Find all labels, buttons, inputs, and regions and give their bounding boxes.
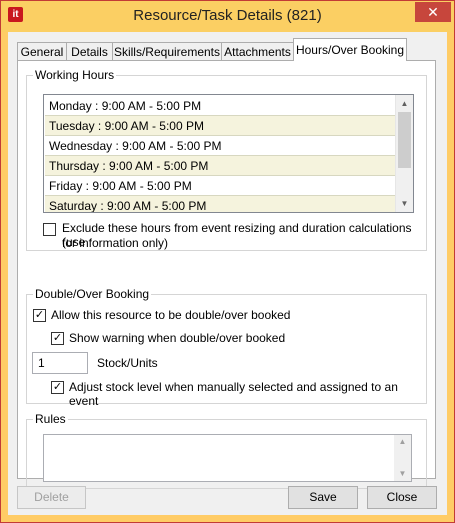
- rules-legend: Rules: [33, 412, 68, 426]
- close-window-button[interactable]: ✕: [415, 2, 451, 22]
- window-title: Resource/Task Details (821): [133, 7, 322, 24]
- tab-panel-hours: Working Hours Monday : 9:00 AM - 5:00 PM…: [17, 60, 436, 489]
- working-hours-group: Working Hours Monday : 9:00 AM - 5:00 PM…: [26, 68, 427, 251]
- list-item[interactable]: Thursday : 9:00 AM - 5:00 PM: [45, 156, 397, 176]
- allow-double-booking-checkbox[interactable]: ✓: [33, 309, 46, 322]
- close-button[interactable]: Close: [367, 486, 437, 509]
- dialog-window: it Resource/Task Details (821) ✕ General…: [0, 0, 455, 523]
- working-hours-legend: Working Hours: [33, 68, 117, 82]
- scroll-thumb[interactable]: [398, 112, 411, 168]
- scroll-up-arrow-icon[interactable]: ▲: [396, 95, 413, 112]
- dialog-client-area: General Details Skills/Requirements Atta…: [8, 32, 447, 515]
- list-item[interactable]: Friday : 9:00 AM - 5:00 PM: [45, 176, 397, 196]
- list-item[interactable]: Wednesday : 9:00 AM - 5:00 PM: [45, 136, 397, 156]
- adjust-stock-checkbox[interactable]: ✓: [51, 381, 64, 394]
- save-button[interactable]: Save: [288, 486, 358, 509]
- scroll-up-arrow-icon[interactable]: ▲: [394, 437, 411, 446]
- hours-scrollbar[interactable]: ▲ ▼: [395, 95, 413, 212]
- stock-units-label: Stock/Units: [97, 356, 158, 370]
- list-item[interactable]: Tuesday : 9:00 AM - 5:00 PM: [45, 116, 397, 136]
- rules-group: Rules ▲ ▼: [26, 412, 427, 489]
- title-bar[interactable]: it Resource/Task Details (821) ✕: [1, 1, 454, 32]
- exclude-hours-label-line2: for information only): [62, 236, 169, 250]
- scroll-down-arrow-icon[interactable]: ▼: [394, 469, 411, 478]
- rules-textarea[interactable]: ▲ ▼: [43, 434, 412, 482]
- adjust-stock-label: Adjust stock level when manually selecte…: [69, 380, 398, 408]
- double-booking-group: Double/Over Booking ✓ Allow this resourc…: [26, 287, 427, 408]
- exclude-hours-checkbox[interactable]: [43, 223, 56, 236]
- show-warning-label: Show warning when double/over booked: [69, 331, 286, 345]
- tab-details[interactable]: Details: [66, 42, 113, 60]
- list-item[interactable]: Monday : 9:00 AM - 5:00 PM: [45, 96, 397, 116]
- stock-units-input[interactable]: 1: [32, 352, 88, 374]
- tab-hours-over-booking[interactable]: Hours/Over Booking: [293, 38, 407, 61]
- delete-button[interactable]: Delete: [17, 486, 86, 509]
- tab-attachments[interactable]: Attachments: [221, 42, 294, 60]
- double-booking-legend: Double/Over Booking: [33, 287, 152, 301]
- tab-skills-requirements[interactable]: Skills/Requirements: [112, 42, 222, 60]
- rules-scrollbar[interactable]: ▲ ▼: [394, 435, 411, 481]
- show-warning-checkbox[interactable]: ✓: [51, 332, 64, 345]
- working-hours-list[interactable]: Monday : 9:00 AM - 5:00 PM Tuesday : 9:0…: [43, 94, 414, 213]
- scroll-down-arrow-icon[interactable]: ▼: [396, 195, 413, 212]
- list-item[interactable]: Saturday : 9:00 AM - 5:00 PM: [45, 196, 397, 212]
- tab-general[interactable]: General: [17, 42, 67, 60]
- allow-double-booking-label: Allow this resource to be double/over bo…: [51, 308, 291, 322]
